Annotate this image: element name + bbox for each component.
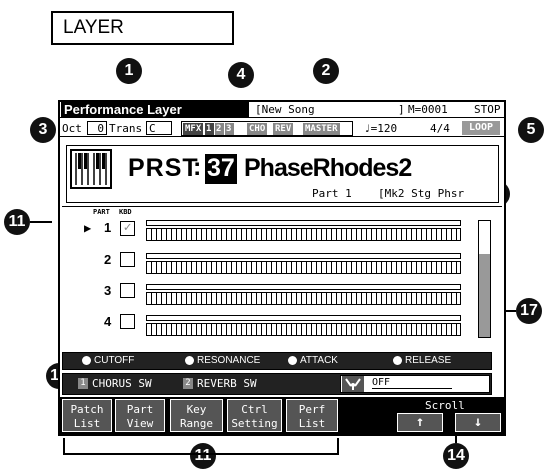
- callout-3: 3: [30, 117, 56, 143]
- mfx-indicator: MFX: [183, 123, 204, 135]
- callout-2: 2: [313, 58, 339, 84]
- callout-line-11: [30, 221, 52, 223]
- oct-label: Oct: [62, 122, 82, 135]
- patch-number[interactable]: 37: [205, 154, 237, 184]
- song-name-close: ]: [398, 103, 405, 116]
- callout-1: 1: [116, 58, 142, 84]
- knob-icon: [185, 356, 194, 365]
- transport-status: STOP: [474, 103, 501, 116]
- mfx-2-indicator: 2: [215, 123, 224, 135]
- part-number: 3: [104, 283, 112, 298]
- tab-key-range[interactable]: Key Range: [170, 399, 223, 432]
- scroll-down-button[interactable]: ↓: [455, 413, 501, 432]
- knob-4-label: RELEASE: [405, 355, 452, 366]
- part-header: PART: [93, 208, 110, 216]
- reverb-number: 2: [183, 378, 193, 389]
- keyboard-part-3[interactable]: [146, 292, 461, 305]
- callout-17: 17: [516, 298, 542, 324]
- chorus-switch[interactable]: CHORUS SW: [92, 377, 152, 390]
- dbeam-status[interactable]: OFF: [372, 377, 390, 388]
- dbeam-level-line: [372, 388, 452, 389]
- knob-icon: [288, 356, 297, 365]
- patch-keyboard-icon: [70, 149, 112, 189]
- reverb-switch[interactable]: REVERB SW: [197, 377, 257, 390]
- kbd-header: KBD: [119, 208, 132, 216]
- kbd-checkbox-part-3[interactable]: [120, 283, 135, 298]
- callout-4: 4: [228, 62, 254, 88]
- mfx-1-indicator: 1: [205, 123, 214, 135]
- knob-icon: [82, 356, 91, 365]
- oct-value[interactable]: 0: [87, 121, 107, 135]
- tab-part-view[interactable]: Part View: [115, 399, 165, 432]
- time-signature: 4/4: [430, 122, 450, 135]
- kbd-checkbox-part-4[interactable]: [120, 314, 135, 329]
- master-indicator: MASTER: [303, 123, 340, 135]
- callout-5: 5: [518, 117, 544, 143]
- screen-title: Performance Layer: [61, 102, 249, 118]
- keyboard-range-bar: [146, 315, 461, 321]
- knob-3-label: ATTACK: [300, 355, 338, 366]
- part-number: 2: [104, 252, 112, 267]
- current-part: Part 1: [312, 187, 352, 200]
- dbeam-icon: [342, 376, 364, 392]
- knob-2-label: RESONANCE: [197, 355, 261, 366]
- kbd-checkbox-part-1[interactable]: ✓: [120, 221, 135, 236]
- keyboard-part-4[interactable]: [146, 323, 461, 336]
- callout-11-left: 11: [4, 209, 30, 235]
- loop-indicator: LOOP: [462, 121, 500, 135]
- knob-icon: [393, 356, 402, 365]
- part-scrollbar-thumb[interactable]: [479, 254, 490, 337]
- tempo-display: ♩=120: [364, 122, 398, 135]
- trans-label: Trans: [109, 122, 143, 135]
- scroll-up-button[interactable]: ↑: [397, 413, 443, 432]
- layer-label-box: LAYER: [51, 11, 234, 45]
- chorus-indicator: CHO: [247, 123, 268, 135]
- keyboard-range-bar: [146, 253, 461, 259]
- trans-value[interactable]: C: [146, 121, 172, 135]
- part-patch-name: [Mk2 Stg Phsr: [378, 187, 465, 200]
- keyboard-part-1[interactable]: [146, 228, 461, 241]
- chorus-number: 1: [78, 378, 88, 389]
- knob-1-label: CUTOFF: [94, 355, 135, 366]
- reverb-indicator: REV: [273, 123, 294, 135]
- patch-bank: PRST: [128, 154, 199, 182]
- keyboard-range-bar: [146, 284, 461, 290]
- scroll-label: Scroll: [425, 399, 465, 412]
- tab-perf-list[interactable]: Perf List: [286, 399, 338, 432]
- measure-display: M=0001: [408, 103, 448, 116]
- patch-colon: :: [193, 153, 202, 181]
- callout-14: 14: [443, 443, 469, 469]
- tabs-bracket: [63, 438, 339, 455]
- current-part-arrow-icon: ▶: [84, 221, 92, 235]
- kbd-checkbox-part-2[interactable]: [120, 252, 135, 267]
- part-number: 1: [104, 220, 112, 235]
- keyboard-range-bar: [146, 220, 461, 226]
- keyboard-part-2[interactable]: [146, 261, 461, 274]
- tab-patch-list[interactable]: Patch List: [62, 399, 112, 432]
- tab-ctrl-setting[interactable]: Ctrl Setting: [227, 399, 282, 432]
- part-number: 4: [104, 314, 112, 329]
- patch-name[interactable]: PhaseRhodes2: [244, 154, 412, 183]
- song-name: [New Song: [255, 103, 315, 116]
- mfx-3-indicator: 3: [225, 123, 234, 135]
